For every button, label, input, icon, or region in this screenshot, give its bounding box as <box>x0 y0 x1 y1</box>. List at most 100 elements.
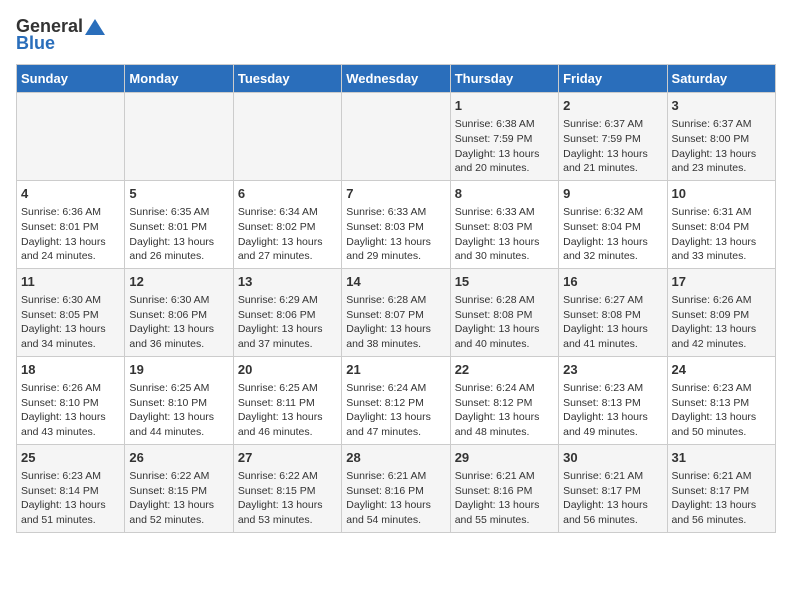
week-row-4: 18Sunrise: 6:26 AMSunset: 8:10 PMDayligh… <box>17 356 776 444</box>
day-info: Daylight: 13 hours <box>238 235 337 250</box>
day-info: Sunrise: 6:24 AM <box>346 381 445 396</box>
day-info: Sunrise: 6:26 AM <box>672 293 771 308</box>
calendar-cell: 22Sunrise: 6:24 AMSunset: 8:12 PMDayligh… <box>450 356 558 444</box>
day-info: Sunset: 8:01 PM <box>129 220 228 235</box>
day-info: Sunset: 8:02 PM <box>238 220 337 235</box>
day-info: Daylight: 13 hours <box>21 498 120 513</box>
day-info: and 56 minutes. <box>672 513 771 528</box>
day-info: Sunrise: 6:23 AM <box>21 469 120 484</box>
calendar-cell: 2Sunrise: 6:37 AMSunset: 7:59 PMDaylight… <box>559 93 667 181</box>
day-info: Sunset: 8:12 PM <box>455 396 554 411</box>
calendar-cell: 3Sunrise: 6:37 AMSunset: 8:00 PMDaylight… <box>667 93 775 181</box>
logo-blue-text: Blue <box>16 33 55 54</box>
day-number: 10 <box>672 185 771 203</box>
day-info: and 44 minutes. <box>129 425 228 440</box>
day-info: Sunset: 8:09 PM <box>672 308 771 323</box>
day-number: 9 <box>563 185 662 203</box>
calendar-cell: 28Sunrise: 6:21 AMSunset: 8:16 PMDayligh… <box>342 444 450 532</box>
day-info: and 30 minutes. <box>455 249 554 264</box>
calendar-cell: 20Sunrise: 6:25 AMSunset: 8:11 PMDayligh… <box>233 356 341 444</box>
day-info: and 51 minutes. <box>21 513 120 528</box>
day-info: Sunrise: 6:26 AM <box>21 381 120 396</box>
day-number: 12 <box>129 273 228 291</box>
day-header-saturday: Saturday <box>667 65 775 93</box>
calendar-cell: 29Sunrise: 6:21 AMSunset: 8:16 PMDayligh… <box>450 444 558 532</box>
day-info: Sunset: 8:16 PM <box>455 484 554 499</box>
day-info: Daylight: 13 hours <box>563 147 662 162</box>
day-number: 7 <box>346 185 445 203</box>
day-info: Sunrise: 6:38 AM <box>455 117 554 132</box>
day-info: Sunset: 8:17 PM <box>563 484 662 499</box>
day-number: 17 <box>672 273 771 291</box>
day-info: Sunset: 8:05 PM <box>21 308 120 323</box>
day-number: 21 <box>346 361 445 379</box>
day-info: Daylight: 13 hours <box>21 235 120 250</box>
calendar-cell <box>233 93 341 181</box>
day-info: Daylight: 13 hours <box>563 322 662 337</box>
day-number: 6 <box>238 185 337 203</box>
day-number: 2 <box>563 97 662 115</box>
day-info: Daylight: 13 hours <box>129 410 228 425</box>
day-info: Sunset: 8:01 PM <box>21 220 120 235</box>
day-info: Sunrise: 6:28 AM <box>455 293 554 308</box>
day-info: and 40 minutes. <box>455 337 554 352</box>
day-info: Sunset: 7:59 PM <box>455 132 554 147</box>
calendar-cell: 12Sunrise: 6:30 AMSunset: 8:06 PMDayligh… <box>125 268 233 356</box>
week-row-2: 4Sunrise: 6:36 AMSunset: 8:01 PMDaylight… <box>17 180 776 268</box>
day-number: 5 <box>129 185 228 203</box>
day-info: and 46 minutes. <box>238 425 337 440</box>
day-info: Daylight: 13 hours <box>455 235 554 250</box>
day-info: Daylight: 13 hours <box>563 498 662 513</box>
calendar-cell: 13Sunrise: 6:29 AMSunset: 8:06 PMDayligh… <box>233 268 341 356</box>
day-info: Sunrise: 6:33 AM <box>455 205 554 220</box>
day-info: Daylight: 13 hours <box>238 322 337 337</box>
day-info: and 53 minutes. <box>238 513 337 528</box>
day-info: Sunset: 8:07 PM <box>346 308 445 323</box>
day-info: Sunrise: 6:21 AM <box>346 469 445 484</box>
day-info: Sunset: 8:03 PM <box>346 220 445 235</box>
day-info: Daylight: 13 hours <box>563 235 662 250</box>
day-number: 8 <box>455 185 554 203</box>
day-number: 15 <box>455 273 554 291</box>
day-info: Sunset: 8:13 PM <box>563 396 662 411</box>
day-info: Sunset: 7:59 PM <box>563 132 662 147</box>
calendar-cell: 10Sunrise: 6:31 AMSunset: 8:04 PMDayligh… <box>667 180 775 268</box>
day-info: Sunset: 8:15 PM <box>129 484 228 499</box>
day-header-friday: Friday <box>559 65 667 93</box>
day-number: 26 <box>129 449 228 467</box>
day-info: and 41 minutes. <box>563 337 662 352</box>
day-info: and 49 minutes. <box>563 425 662 440</box>
page-header: General Blue <box>16 16 776 54</box>
day-info: Daylight: 13 hours <box>455 498 554 513</box>
week-row-5: 25Sunrise: 6:23 AMSunset: 8:14 PMDayligh… <box>17 444 776 532</box>
day-info: Daylight: 13 hours <box>238 410 337 425</box>
day-info: Daylight: 13 hours <box>346 410 445 425</box>
day-info: Daylight: 13 hours <box>672 410 771 425</box>
calendar-cell: 16Sunrise: 6:27 AMSunset: 8:08 PMDayligh… <box>559 268 667 356</box>
day-info: Sunset: 8:16 PM <box>346 484 445 499</box>
calendar-cell: 4Sunrise: 6:36 AMSunset: 8:01 PMDaylight… <box>17 180 125 268</box>
day-number: 23 <box>563 361 662 379</box>
day-info: Sunrise: 6:21 AM <box>672 469 771 484</box>
day-info: Sunset: 8:12 PM <box>346 396 445 411</box>
day-info: Sunrise: 6:28 AM <box>346 293 445 308</box>
day-info: and 37 minutes. <box>238 337 337 352</box>
day-info: Daylight: 13 hours <box>346 498 445 513</box>
day-info: Daylight: 13 hours <box>21 410 120 425</box>
day-info: and 56 minutes. <box>563 513 662 528</box>
day-number: 27 <box>238 449 337 467</box>
day-info: and 43 minutes. <box>21 425 120 440</box>
day-info: Daylight: 13 hours <box>129 322 228 337</box>
calendar-cell: 21 Sunrise: 6:24 AMSunset: 8:12 PMDayligh… <box>342 356 450 444</box>
day-info: Sunrise: 6:21 AM <box>455 469 554 484</box>
day-info: and 48 minutes. <box>455 425 554 440</box>
day-info: Sunrise: 6:32 AM <box>563 205 662 220</box>
calendar-cell <box>17 93 125 181</box>
calendar-cell: 30Sunrise: 6:21 AMSunset: 8:17 PMDayligh… <box>559 444 667 532</box>
day-info: Sunrise: 6:37 AM <box>672 117 771 132</box>
calendar-cell: 15Sunrise: 6:28 AMSunset: 8:08 PMDayligh… <box>450 268 558 356</box>
day-info: Sunset: 8:03 PM <box>455 220 554 235</box>
day-info: and 47 minutes. <box>346 425 445 440</box>
day-info: and 36 minutes. <box>129 337 228 352</box>
logo: General Blue <box>16 16 105 54</box>
